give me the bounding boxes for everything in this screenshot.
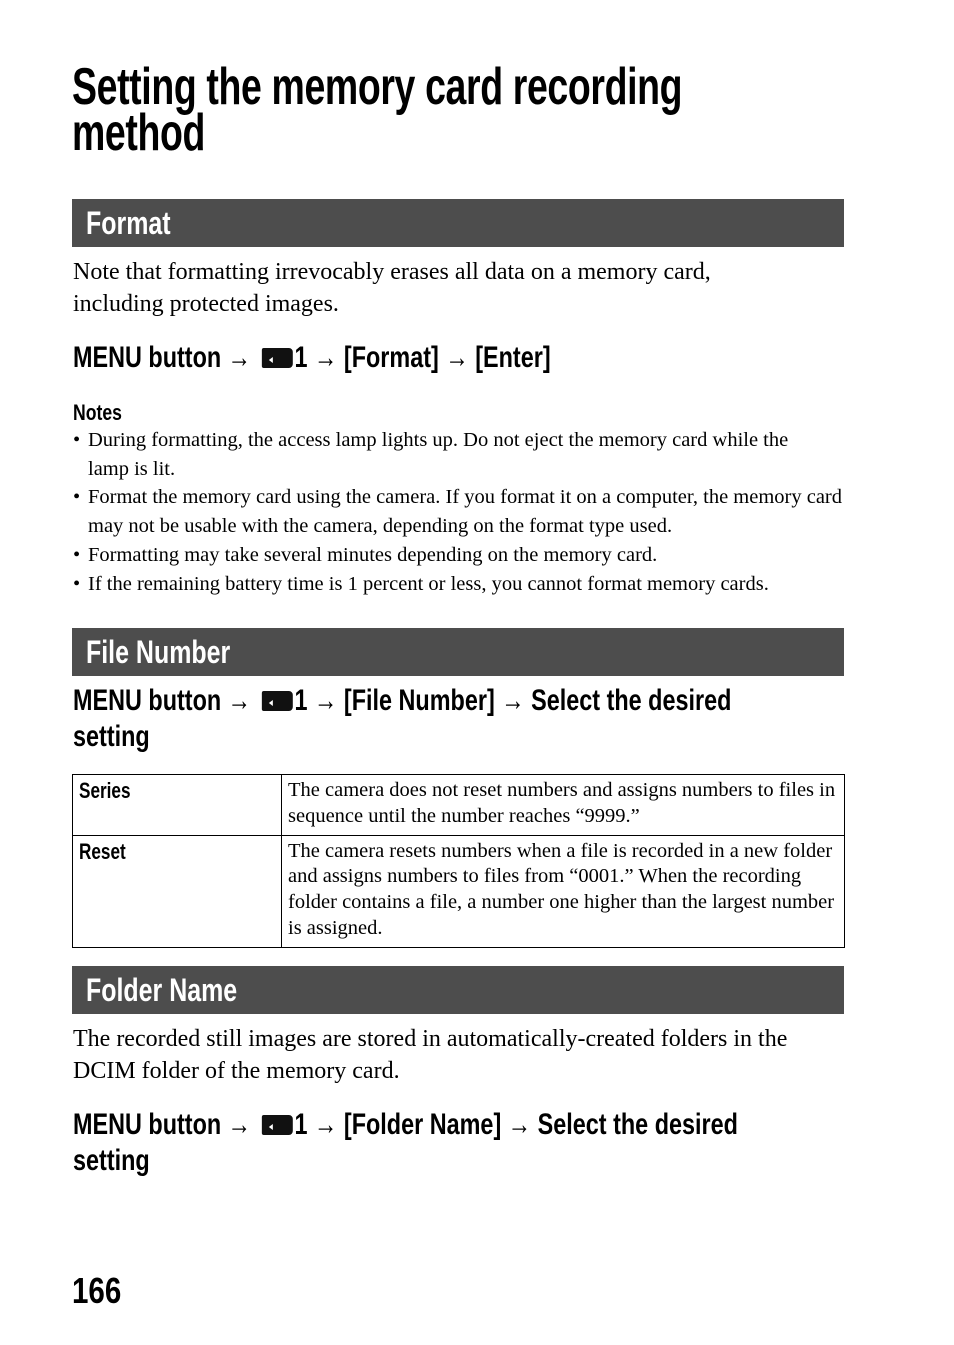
- format-menu-path: MENU button → 1 → [Format] → [Enter]: [73, 340, 685, 376]
- format-intro-line: Note that formatting irrevocably erases …: [73, 259, 711, 285]
- file-number-options-table: Series The camera does not reset numbers…: [72, 774, 845, 948]
- option-description: The camera does not reset numbers and as…: [281, 774, 845, 836]
- folder-name-intro: The recorded still images are stored in …: [73, 1024, 853, 1087]
- option-name: Reset: [79, 838, 126, 864]
- table-row: Series The camera does not reset numbers…: [72, 774, 845, 836]
- format-intro-line: including protected images.: [73, 290, 339, 317]
- menu-path-line-2: setting: [73, 1144, 150, 1177]
- option-description: The camera resets numbers when a file is…: [281, 834, 845, 948]
- notes-list: During formatting, the access lamp light…: [73, 426, 873, 598]
- folder-intro-line: DCIM folder of the memory card.: [73, 1057, 400, 1084]
- memory-card-icon: [261, 348, 293, 368]
- note-item: If the remaining battery time is 1 perce…: [73, 570, 873, 599]
- folder-name-menu-path: MENU button → 1 → [Folder Name] → Select…: [73, 1107, 925, 1179]
- menu-path-rest: → [File Number] → Select the desired: [314, 684, 732, 717]
- menu-path-line-2: setting: [73, 720, 150, 753]
- page-title-line-2: method: [72, 104, 206, 162]
- section-heading: Format: [86, 205, 171, 241]
- section-heading: Folder Name: [86, 972, 238, 1008]
- section-header-format: Format: [72, 199, 844, 247]
- menu-path-prefix: MENU button →: [73, 341, 252, 374]
- option-name-cell: Series: [72, 774, 282, 836]
- table-row: Reset The camera resets numbers when a f…: [72, 834, 845, 948]
- option-name-cell: Reset: [72, 834, 282, 948]
- menu-path-prefix: MENU button →: [73, 684, 252, 717]
- section-header-folder-name: Folder Name: [72, 966, 844, 1014]
- menu-path-prefix: MENU button →: [73, 1108, 252, 1141]
- memory-card-icon: [261, 1115, 293, 1135]
- format-intro: Note that formatting irrevocably erases …: [73, 257, 853, 320]
- notes-heading: Notes: [73, 400, 122, 425]
- note-item: Format the memory card using the camera.…: [73, 483, 858, 540]
- option-name: Series: [79, 778, 131, 803]
- menu-path-rest: → [Format] → [Enter]: [314, 341, 551, 374]
- page-title: Setting the memory card recording method: [72, 61, 683, 162]
- folder-intro-line: The recorded still images are stored in …: [73, 1026, 788, 1052]
- file-number-menu-path: MENU button → 1 → [File Number] → Select…: [73, 683, 917, 755]
- menu-path-rest: → [Folder Name] → Select the desired: [314, 1108, 738, 1141]
- page-number: 166: [72, 1270, 122, 1311]
- note-item: Formatting may take several minutes depe…: [73, 541, 873, 570]
- memory-card-icon: [261, 691, 293, 711]
- note-item: During formatting, the access lamp light…: [73, 426, 828, 483]
- section-header-file-number: File Number: [72, 628, 844, 676]
- section-heading: File Number: [86, 634, 231, 670]
